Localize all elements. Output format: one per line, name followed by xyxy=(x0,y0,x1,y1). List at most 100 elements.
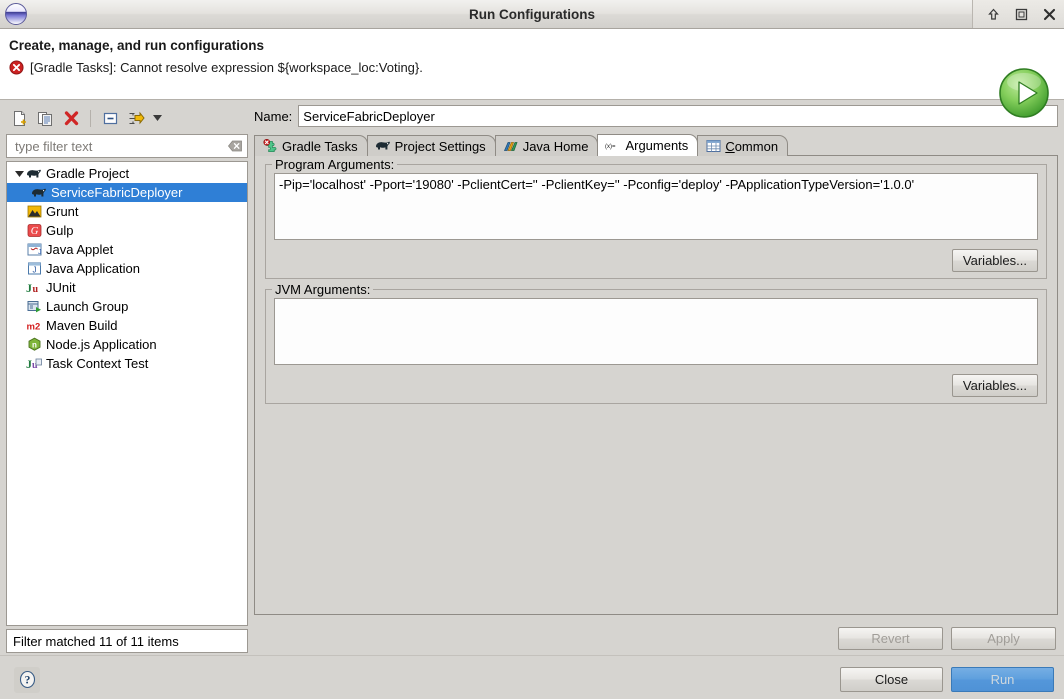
configurations-tree[interactable]: Gradle Project ServiceFabricDeployer xyxy=(6,161,248,626)
program-arguments-label: Program Arguments: xyxy=(272,157,397,172)
nodejs-icon: n xyxy=(26,337,42,353)
configurations-panel: Gradle Project ServiceFabricDeployer xyxy=(4,104,250,655)
tree-item-label: Launch Group xyxy=(46,299,128,314)
tree-item-launch-group[interactable]: Launch Group xyxy=(7,297,247,316)
dialog-header: Create, manage, and run configurations [… xyxy=(0,29,1064,100)
tree-item-servicefabricdeployer[interactable]: ServiceFabricDeployer xyxy=(7,183,247,202)
tree-item-nodejs-application[interactable]: n Node.js Application xyxy=(7,335,247,354)
close-button[interactable]: Close xyxy=(840,667,943,692)
grunt-icon xyxy=(26,204,42,220)
task-context-test-icon: J u xyxy=(26,356,42,372)
tab-label: Gradle Tasks xyxy=(282,139,358,154)
program-arguments-group: Program Arguments: Variables... xyxy=(265,164,1047,279)
svg-text:J: J xyxy=(38,249,42,256)
jvm-variables-button[interactable]: Variables... xyxy=(952,374,1038,397)
gradle-tasks-error-icon xyxy=(262,138,278,154)
new-file-icon[interactable] xyxy=(8,107,30,129)
tree-item-java-applet[interactable]: J Java Applet xyxy=(7,240,247,259)
search-box[interactable] xyxy=(6,134,248,158)
shade-button[interactable] xyxy=(986,7,1001,22)
jvm-arguments-label: JVM Arguments: xyxy=(272,282,373,297)
chevron-down-icon[interactable] xyxy=(151,107,164,129)
run-play-icon[interactable] xyxy=(996,65,1052,121)
footer-buttons: Close Run xyxy=(840,667,1054,692)
tree-item-label: JUnit xyxy=(46,280,76,295)
svg-text:?: ? xyxy=(24,675,30,687)
filter-arrow-icon[interactable] xyxy=(125,107,147,129)
maven-m2-icon: m2 xyxy=(26,318,42,334)
junit-icon: J u xyxy=(26,280,42,296)
collapse-all-icon[interactable] xyxy=(99,107,121,129)
tree-item-gulp[interactable]: G Gulp xyxy=(7,221,247,240)
java-application-icon: J xyxy=(26,261,42,277)
tree-item-label: Java Applet xyxy=(46,242,113,257)
expand-twisty-icon[interactable] xyxy=(13,171,26,177)
tree-item-label: Gradle Project xyxy=(46,166,129,181)
program-variables-button[interactable]: Variables... xyxy=(952,249,1038,272)
validation-message-text: [Gradle Tasks]: Cannot resolve expressio… xyxy=(30,60,423,75)
close-button[interactable] xyxy=(1042,7,1057,22)
svg-text:G: G xyxy=(30,226,38,237)
name-input[interactable] xyxy=(298,105,1058,127)
run-button[interactable]: Run xyxy=(951,667,1054,692)
tab-label: Common xyxy=(725,139,778,154)
search-input[interactable] xyxy=(13,138,227,155)
tab-common[interactable]: Common xyxy=(697,135,788,156)
dialog-footer: ? Close Run xyxy=(0,655,1064,699)
arguments-tab-panel: Program Arguments: Variables... JVM Argu… xyxy=(254,155,1058,615)
configuration-editor: Name: Gradle Tasks xyxy=(254,104,1060,655)
program-arguments-actions: Variables... xyxy=(274,249,1038,272)
java-home-icon xyxy=(503,138,519,154)
jvm-arguments-actions: Variables... xyxy=(274,374,1038,397)
common-table-icon xyxy=(705,138,721,154)
svg-text:J: J xyxy=(32,266,36,275)
copy-icon[interactable] xyxy=(34,107,56,129)
tab-label: Project Settings xyxy=(395,139,486,154)
tree-item-label: Node.js Application xyxy=(46,337,157,352)
configurations-toolbar xyxy=(4,104,250,132)
apply-button[interactable]: Apply xyxy=(951,627,1056,650)
jvm-arguments-textarea[interactable] xyxy=(274,298,1038,365)
error-icon xyxy=(9,60,24,75)
tab-bar: Gradle Tasks Project Settings xyxy=(254,134,1058,156)
tree-item-label: Gulp xyxy=(46,223,73,238)
tab-gradle-tasks[interactable]: Gradle Tasks xyxy=(254,135,368,156)
tree-item-label: Maven Build xyxy=(46,318,118,333)
revert-apply-row: Revert Apply xyxy=(254,615,1058,655)
tree-item-label: Task Context Test xyxy=(46,356,148,371)
variable-xequals-icon: (x)= xyxy=(605,138,621,154)
tree-item-gradle-project[interactable]: Gradle Project xyxy=(7,164,247,183)
name-row: Name: xyxy=(254,104,1058,128)
svg-text:J: J xyxy=(26,281,32,295)
revert-button[interactable]: Revert xyxy=(838,627,943,650)
svg-text:u: u xyxy=(33,284,39,295)
gulp-icon: G xyxy=(26,223,42,239)
program-arguments-textarea[interactable] xyxy=(274,173,1038,240)
delete-x-icon[interactable] xyxy=(60,107,82,129)
toolbar-separator xyxy=(90,110,91,127)
tab-project-settings[interactable]: Project Settings xyxy=(367,135,496,156)
tree-item-label: Grunt xyxy=(46,204,79,219)
tab-java-home[interactable]: Java Home xyxy=(495,135,599,156)
tree-item-maven-build[interactable]: m2 Maven Build xyxy=(7,316,247,335)
window-title: Run Configurations xyxy=(0,7,1064,22)
gradle-elephant-icon xyxy=(375,138,391,154)
tree-item-grunt[interactable]: Grunt xyxy=(7,202,247,221)
tree-item-junit[interactable]: J u JUnit xyxy=(7,278,247,297)
maximize-button[interactable] xyxy=(1014,7,1029,22)
tab-arguments[interactable]: (x)= Arguments xyxy=(597,134,698,156)
gradle-elephant-icon xyxy=(31,185,47,201)
tree-item-task-context-test[interactable]: J u Task Context Test xyxy=(7,354,247,373)
java-applet-icon: J xyxy=(26,242,42,258)
page-title: Create, manage, and run configurations xyxy=(9,38,1052,53)
tree-item-label: ServiceFabricDeployer xyxy=(51,185,183,200)
clear-icon[interactable] xyxy=(227,138,243,154)
window-titlebar: Run Configurations xyxy=(0,0,1064,29)
svg-text:(x)=: (x)= xyxy=(605,144,616,150)
launch-group-icon xyxy=(26,299,42,315)
help-question-icon[interactable]: ? xyxy=(14,667,40,693)
tree-item-java-application[interactable]: J Java Application xyxy=(7,259,247,278)
filter-status: Filter matched 11 of 11 items xyxy=(6,629,248,653)
tab-label: Arguments xyxy=(625,138,688,153)
tab-label-rest: ommon xyxy=(735,139,778,154)
